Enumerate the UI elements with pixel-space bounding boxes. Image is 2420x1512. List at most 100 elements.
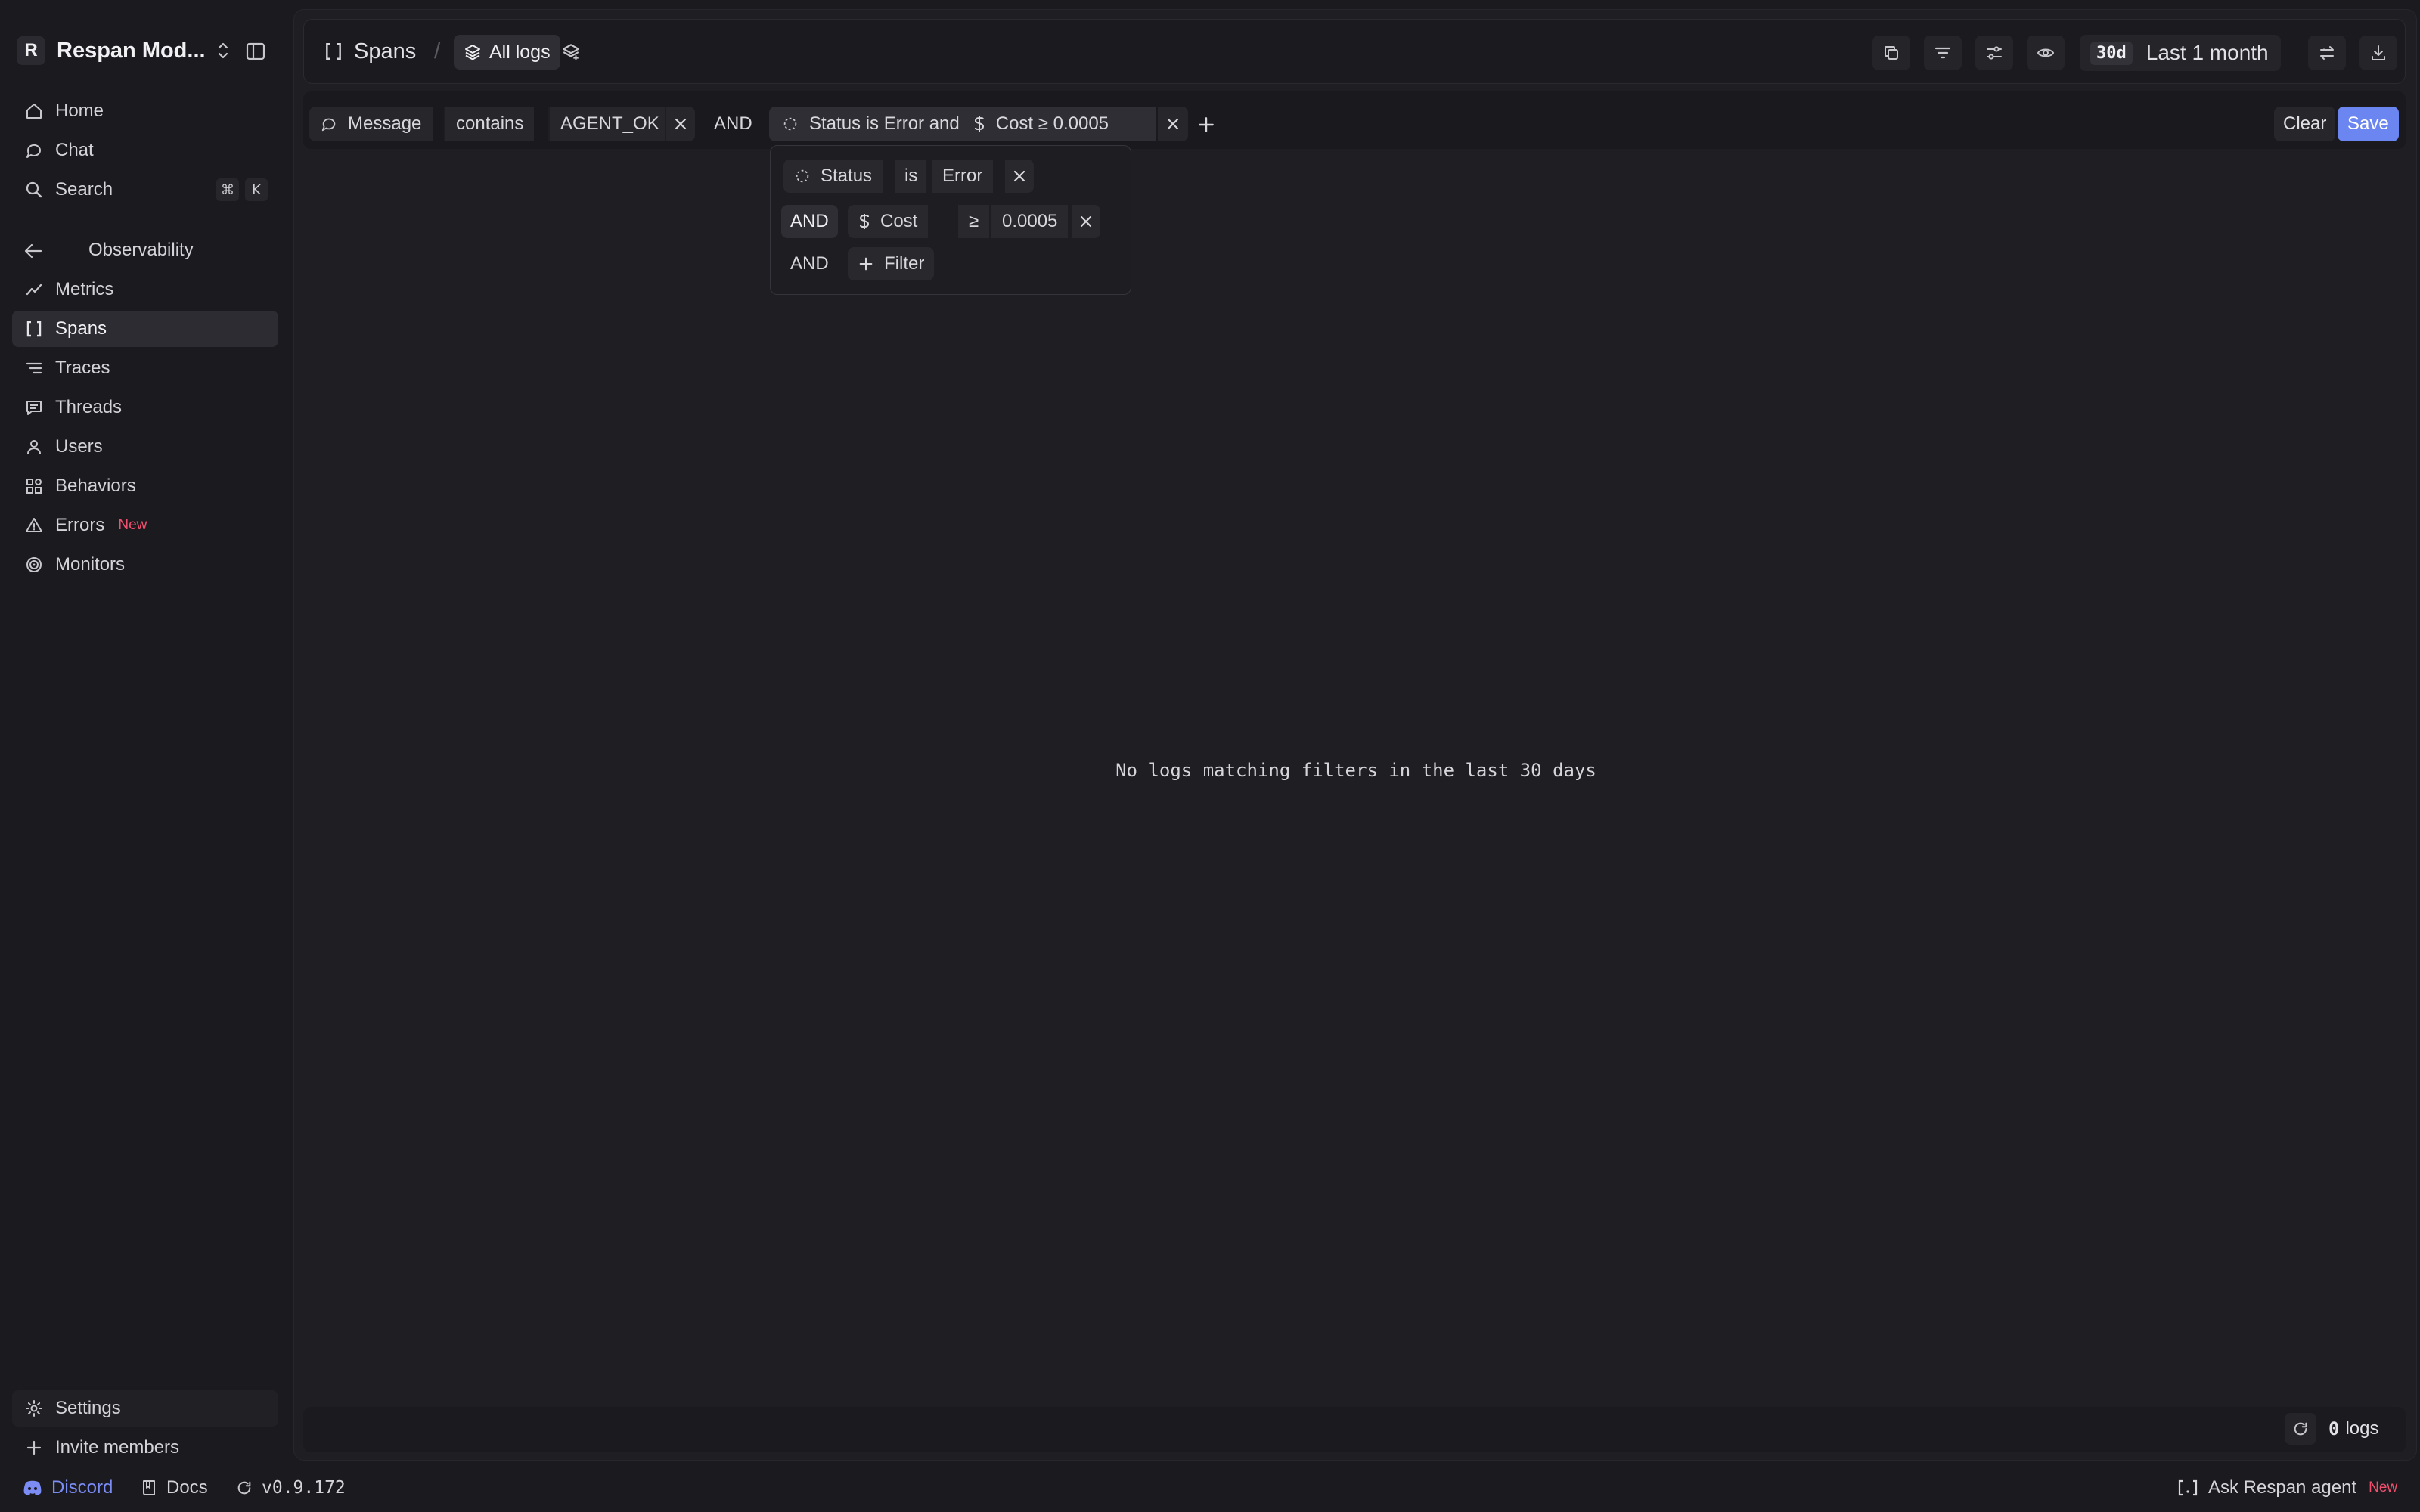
popover-remove-status[interactable] <box>1004 160 1034 193</box>
popover-value[interactable]: Error <box>930 160 994 193</box>
workspace-switcher[interactable]: R Respan Mod... <box>17 35 230 67</box>
gear-icon <box>23 1398 45 1419</box>
workspace-name: Respan Mod... <box>57 38 206 63</box>
layers-plus-icon[interactable] <box>558 39 584 64</box>
add-filter-button[interactable] <box>1193 111 1220 138</box>
log-count-unit: logs <box>2345 1418 2379 1439</box>
plus-icon <box>23 1437 45 1458</box>
nav-item-spans[interactable]: Spans <box>12 311 278 347</box>
docs-label: Docs <box>166 1477 208 1498</box>
adjust-button[interactable] <box>1975 36 2013 70</box>
close-icon <box>1165 116 1181 132</box>
nav-label: Search <box>55 179 113 200</box>
nav-item-users[interactable]: Users <box>12 429 278 465</box>
ask-agent-label: Ask Respan agent <box>2208 1477 2357 1498</box>
nav-item-behaviors[interactable]: Behaviors <box>12 468 278 504</box>
sliders-icon <box>1985 44 2003 62</box>
search-shortcut: ⌘ K <box>216 178 268 201</box>
popover-field-status[interactable]: Status <box>783 160 883 193</box>
copy-button[interactable] <box>1872 36 1910 70</box>
plus-icon <box>858 256 874 272</box>
view-label: All logs <box>489 41 551 63</box>
log-count: 0 logs <box>2328 1418 2378 1440</box>
popover-operator-label: is <box>904 166 918 186</box>
threads-icon <box>23 397 45 418</box>
compare-button[interactable] <box>2308 36 2346 70</box>
version-info[interactable]: v0.9.172 <box>236 1476 346 1500</box>
download-button[interactable] <box>2360 36 2397 70</box>
book-icon <box>141 1479 157 1497</box>
popover-remove-cost[interactable] <box>1070 205 1100 238</box>
popover-operator[interactable]: ≥ <box>957 205 990 238</box>
copy-icon <box>1882 44 1900 62</box>
nav-item-traces[interactable]: Traces <box>12 350 278 386</box>
filter-group-chip[interactable]: Status is Error and Cost ≥ 0.0005 <box>769 107 1156 141</box>
close-icon <box>673 116 688 132</box>
filter-field-label: Message <box>348 113 422 134</box>
discord-icon <box>23 1479 42 1496</box>
nav-item-monitors[interactable]: Monitors <box>12 547 278 583</box>
filter-button[interactable] <box>1924 36 1962 70</box>
nav-label: Home <box>55 101 104 121</box>
home-icon <box>23 101 45 122</box>
nav-label: Settings <box>55 1398 121 1418</box>
filter-operator[interactable]: contains <box>444 107 535 141</box>
popover-field-label: Status <box>821 166 873 186</box>
close-icon <box>1078 214 1094 229</box>
breadcrumb-separator: / <box>434 39 441 64</box>
nav-item-chat[interactable]: Chat <box>12 132 278 169</box>
popover-joiner[interactable]: AND <box>781 205 838 238</box>
empty-state-message: No logs matching filters in the last 30 … <box>1115 760 1596 781</box>
sidebar-collapse-icon[interactable] <box>240 36 271 67</box>
popover-value-label: Error <box>942 166 983 186</box>
remove-group-button[interactable] <box>1158 107 1188 141</box>
popover-add-joiner: AND <box>790 253 829 274</box>
popover-value-label: 0.0005 <box>1002 211 1058 231</box>
nav-item-invite[interactable]: Invite members <box>12 1430 278 1466</box>
time-range-selector[interactable]: 30d Last 1 month <box>2080 35 2281 71</box>
nav-item-metrics[interactable]: Metrics <box>12 271 278 308</box>
behaviors-icon <box>23 476 45 497</box>
sidebar: R Respan Mod... Home Chat Search ⌘ K Obs… <box>0 0 287 1467</box>
main-panel: Spans / All logs 30d Last 1 month Messag… <box>293 9 2417 1461</box>
popover-add-filter-button[interactable]: Filter <box>848 247 935 280</box>
layers-icon <box>464 43 482 61</box>
breadcrumb-spans[interactable]: Spans <box>321 35 416 68</box>
popover-field-cost[interactable]: Cost <box>848 205 929 238</box>
filter-value[interactable]: AGENT_OK <box>548 107 670 141</box>
ask-agent-button[interactable]: Ask Respan agent New <box>2176 1476 2397 1500</box>
back-arrow-icon[interactable] <box>21 239 45 263</box>
eye-icon <box>2037 44 2055 62</box>
view-toggle-button[interactable] <box>2027 36 2065 70</box>
filter-field-message[interactable]: Message <box>309 107 434 141</box>
status-bar: Discord Docs v0.9.172 Ask Respan agent N… <box>0 1471 2420 1504</box>
version-label: v0.9.172 <box>262 1478 346 1498</box>
remove-filter-button[interactable] <box>665 107 695 141</box>
refresh-button[interactable] <box>2285 1413 2316 1445</box>
docs-link[interactable]: Docs <box>141 1476 208 1500</box>
nav-label: Monitors <box>55 554 126 575</box>
nav-item-threads[interactable]: Threads <box>12 389 278 426</box>
nav-label: Invite members <box>55 1437 180 1458</box>
nav-item-errors[interactable]: Errors New <box>12 507 278 544</box>
save-button[interactable]: Save <box>2338 107 2399 141</box>
popover-value[interactable]: 0.0005 <box>990 205 1069 238</box>
nav-label: Errors <box>55 515 105 535</box>
breadcrumb-label: Spans <box>354 39 417 64</box>
popover-operator[interactable]: is <box>894 160 927 193</box>
clear-button[interactable]: Clear <box>2274 107 2336 141</box>
filter-bar: Message contains AGENT_OK AND Status is … <box>303 91 2406 149</box>
discord-link[interactable]: Discord <box>23 1476 113 1500</box>
nav-item-settings[interactable]: Settings <box>12 1390 278 1427</box>
nav-label: Users <box>55 436 103 457</box>
time-range-badge: 30d <box>2090 41 2133 65</box>
chat-icon <box>23 140 45 161</box>
status-loader-icon <box>782 116 799 132</box>
nav-label: Traces <box>55 358 110 378</box>
brackets-dot-icon <box>2176 1479 2199 1497</box>
top-toolbar: Spans / All logs 30d Last 1 month <box>303 19 2406 84</box>
nav-item-home[interactable]: Home <box>12 93 278 129</box>
view-selector[interactable]: All logs <box>454 35 560 70</box>
log-count-value: 0 <box>2328 1418 2340 1439</box>
filter-joiner[interactable]: AND <box>714 113 752 135</box>
